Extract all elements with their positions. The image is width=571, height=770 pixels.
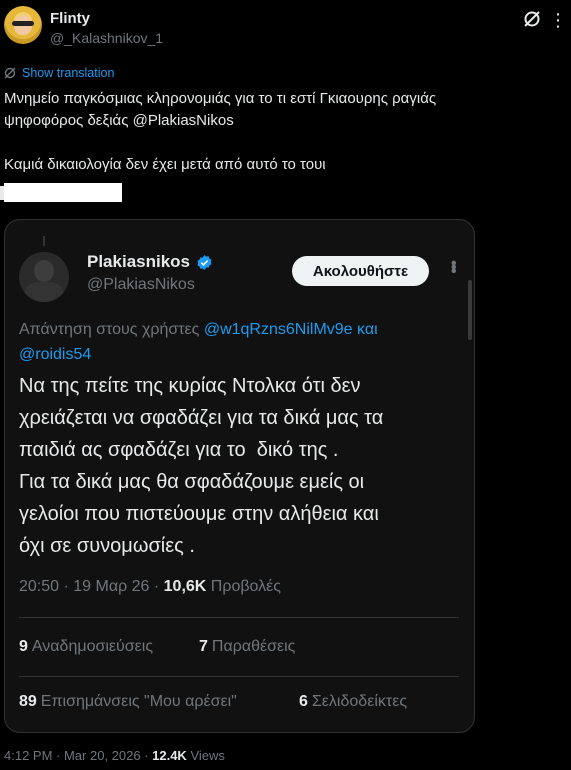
likes-stat[interactable]: 89 Επισημάνσεις "Μου αρέσει": [19, 693, 237, 711]
likes-label: Επισημάνσεις "Μου αρέσει": [40, 693, 237, 710]
quoted-meta: 20:50 · 19 Μαρ 26 · 10,6K Προβολές: [19, 578, 281, 596]
redacted-block: [4, 183, 122, 202]
tweet-timestamp[interactable]: 4:12 PM · Mar 20, 2026 ·: [4, 748, 152, 763]
divider: [19, 676, 459, 677]
quoted-author-name[interactable]: Plakiasnikos: [87, 252, 213, 272]
reply-mention-link[interactable]: @w1qRzns6NilMv9e και: [204, 321, 378, 338]
follow-button[interactable]: Ακολουθήστε: [292, 256, 429, 286]
tweet-text: Μνημείο παγκόσμιας κληρονομιάς για το τι…: [4, 90, 437, 173]
quotes-label: Παραθέσεις: [211, 638, 296, 655]
quotes-count: 7: [199, 638, 208, 655]
reposts-stat[interactable]: 9 Αναδημοσιεύσεις: [19, 638, 153, 656]
reply-context: Απάντηση στους χρήστες @w1qRzns6NilMv9e …: [19, 317, 459, 367]
reposts-label: Αναδημοσιεύσεις: [31, 638, 154, 655]
reply-prefix: Απάντηση στους χρήστες: [19, 321, 204, 338]
author-avatar[interactable]: [4, 6, 42, 44]
quoted-more-icon[interactable]: •••: [443, 260, 463, 272]
tweet-views-label: Views: [186, 748, 225, 763]
show-translation-label: Show translation: [22, 66, 115, 80]
quoted-time[interactable]: 20:50 · 19 Μαρ 26 ·: [19, 578, 164, 595]
bookmarks-stat[interactable]: 6 Σελιδοδείκτες: [299, 693, 407, 711]
quoted-name-text: Plakiasnikos: [87, 252, 191, 271]
author-handle[interactable]: @_Kalashnikov_1: [50, 30, 163, 46]
more-icon[interactable]: ⋮: [549, 10, 568, 31]
tweet-views-count: 12.4K: [152, 748, 187, 763]
quoted-tweet-card[interactable]: Plakiasnikos @PlakiasNikos Ακολουθήστε •…: [4, 219, 475, 733]
bookmarks-count: 6: [299, 693, 308, 710]
avatar-glasses: [12, 21, 34, 26]
avatar-head: [34, 260, 54, 282]
likes-count: 89: [19, 693, 37, 710]
verified-badge-icon: [197, 254, 212, 270]
tweet-footer: 4:12 PM · Mar 20, 2026 · 12.4K Views: [4, 748, 225, 763]
avatar-body: [25, 282, 63, 302]
author-name[interactable]: Flinty: [50, 10, 90, 27]
bookmarks-label: Σελιδοδείκτες: [311, 693, 408, 710]
translate-icon: [4, 67, 16, 79]
quoted-author-handle[interactable]: @PlakiasNikos: [87, 276, 195, 294]
quoted-views-count: 10,6K: [163, 578, 207, 595]
quoted-avatar[interactable]: [19, 252, 69, 302]
divider: [19, 617, 459, 618]
quoted-tweet-text: Να της πείτε της κυρίας Ντολκα ότι δεν χ…: [19, 375, 384, 557]
reply-mention-link-2[interactable]: @roidis54: [19, 346, 91, 363]
quotes-stat[interactable]: 7 Παραθέσεις: [199, 638, 295, 656]
quoted-views-label: Προβολές: [206, 578, 281, 595]
scrollbar[interactable]: [468, 280, 472, 340]
reposts-count: 9: [19, 638, 28, 655]
show-translation-link[interactable]: Show translation: [4, 66, 114, 80]
thread-line: [43, 236, 45, 246]
grok-icon[interactable]: [522, 9, 542, 29]
